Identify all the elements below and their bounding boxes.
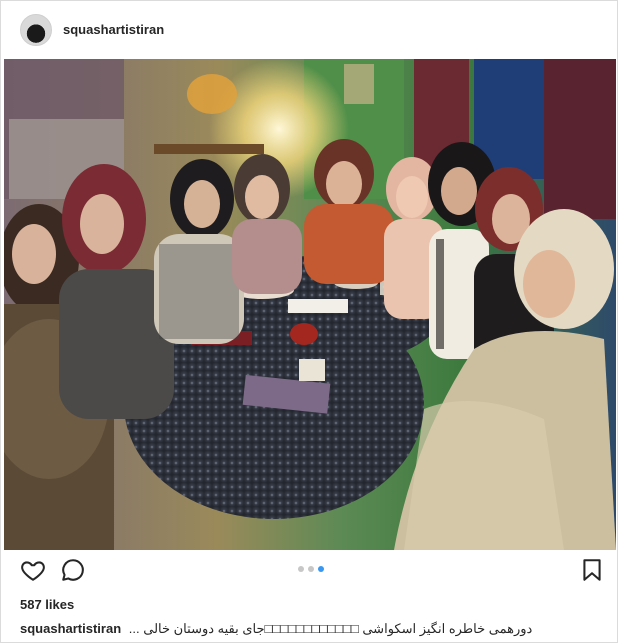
carousel-dot xyxy=(308,566,314,572)
username[interactable]: squashartistiran xyxy=(63,22,164,37)
carousel-dot xyxy=(298,566,304,572)
comment-bubble-icon[interactable] xyxy=(60,557,86,583)
post-header: squashartistiran xyxy=(1,1,617,59)
caption-text: ... دورهمی خاطره انگیز اسکواشی □□□□□□□□□… xyxy=(128,621,533,636)
carousel-indicator xyxy=(298,566,324,572)
likes-count[interactable]: 587 likes xyxy=(20,597,74,612)
post-photo[interactable] xyxy=(4,59,616,550)
instagram-post: squashartistiran 587 likes squashartisti… xyxy=(0,0,618,643)
heart-outline-icon[interactable] xyxy=(20,557,46,583)
caption-username[interactable]: squashartistiran xyxy=(20,621,121,636)
bookmark-outline-icon[interactable] xyxy=(579,557,605,583)
avatar[interactable] xyxy=(20,14,52,46)
carousel-dot-active xyxy=(318,566,324,572)
post-caption: squashartistiran ... دورهمی خاطره انگیز … xyxy=(20,621,610,637)
post-actions xyxy=(1,557,617,591)
